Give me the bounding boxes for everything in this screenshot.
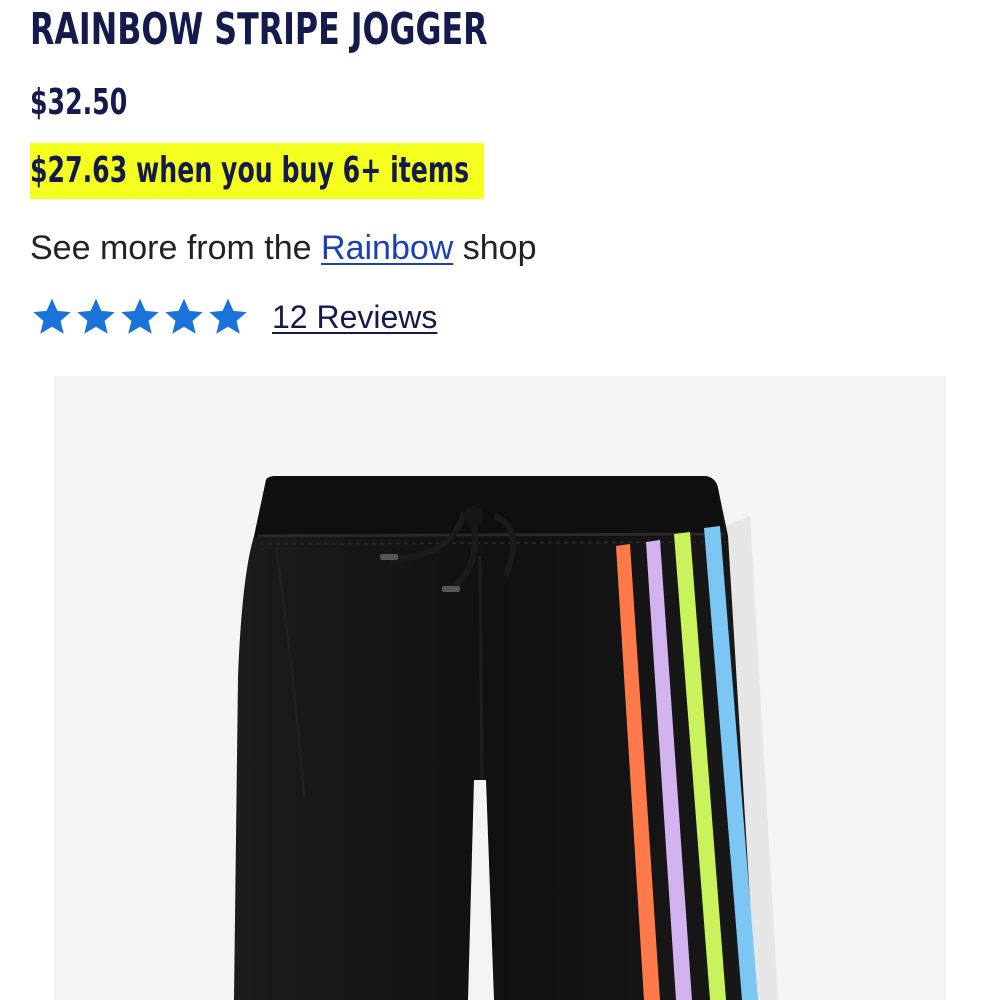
star-icon — [209, 298, 247, 334]
product-title: RAINBOW STRIPE JOGGER — [30, 4, 488, 55]
star-icon — [77, 298, 115, 334]
rating-stars[interactable] — [30, 296, 250, 338]
promo-price: $27.63 when you buy 6+ items — [30, 150, 470, 191]
product-image[interactable] — [54, 376, 946, 1000]
reviews-link[interactable]: 12 Reviews — [272, 296, 437, 338]
star-icon — [165, 298, 203, 334]
rainbow-shop-link[interactable]: Rainbow — [321, 229, 453, 267]
star-icon — [121, 298, 159, 334]
jogger-waistband — [254, 476, 724, 538]
product-detail-page: RAINBOW STRIPE JOGGER $32.50 $27.63 when… — [0, 0, 1000, 1000]
jogger-illustration — [234, 476, 778, 1000]
product-price: $32.50 — [30, 82, 128, 123]
shop-line-suffix: shop — [453, 229, 537, 267]
star-icon — [33, 298, 71, 334]
shop-line: See more from the Rainbow shop — [30, 226, 537, 270]
shop-line-prefix: See more from the — [30, 229, 322, 267]
